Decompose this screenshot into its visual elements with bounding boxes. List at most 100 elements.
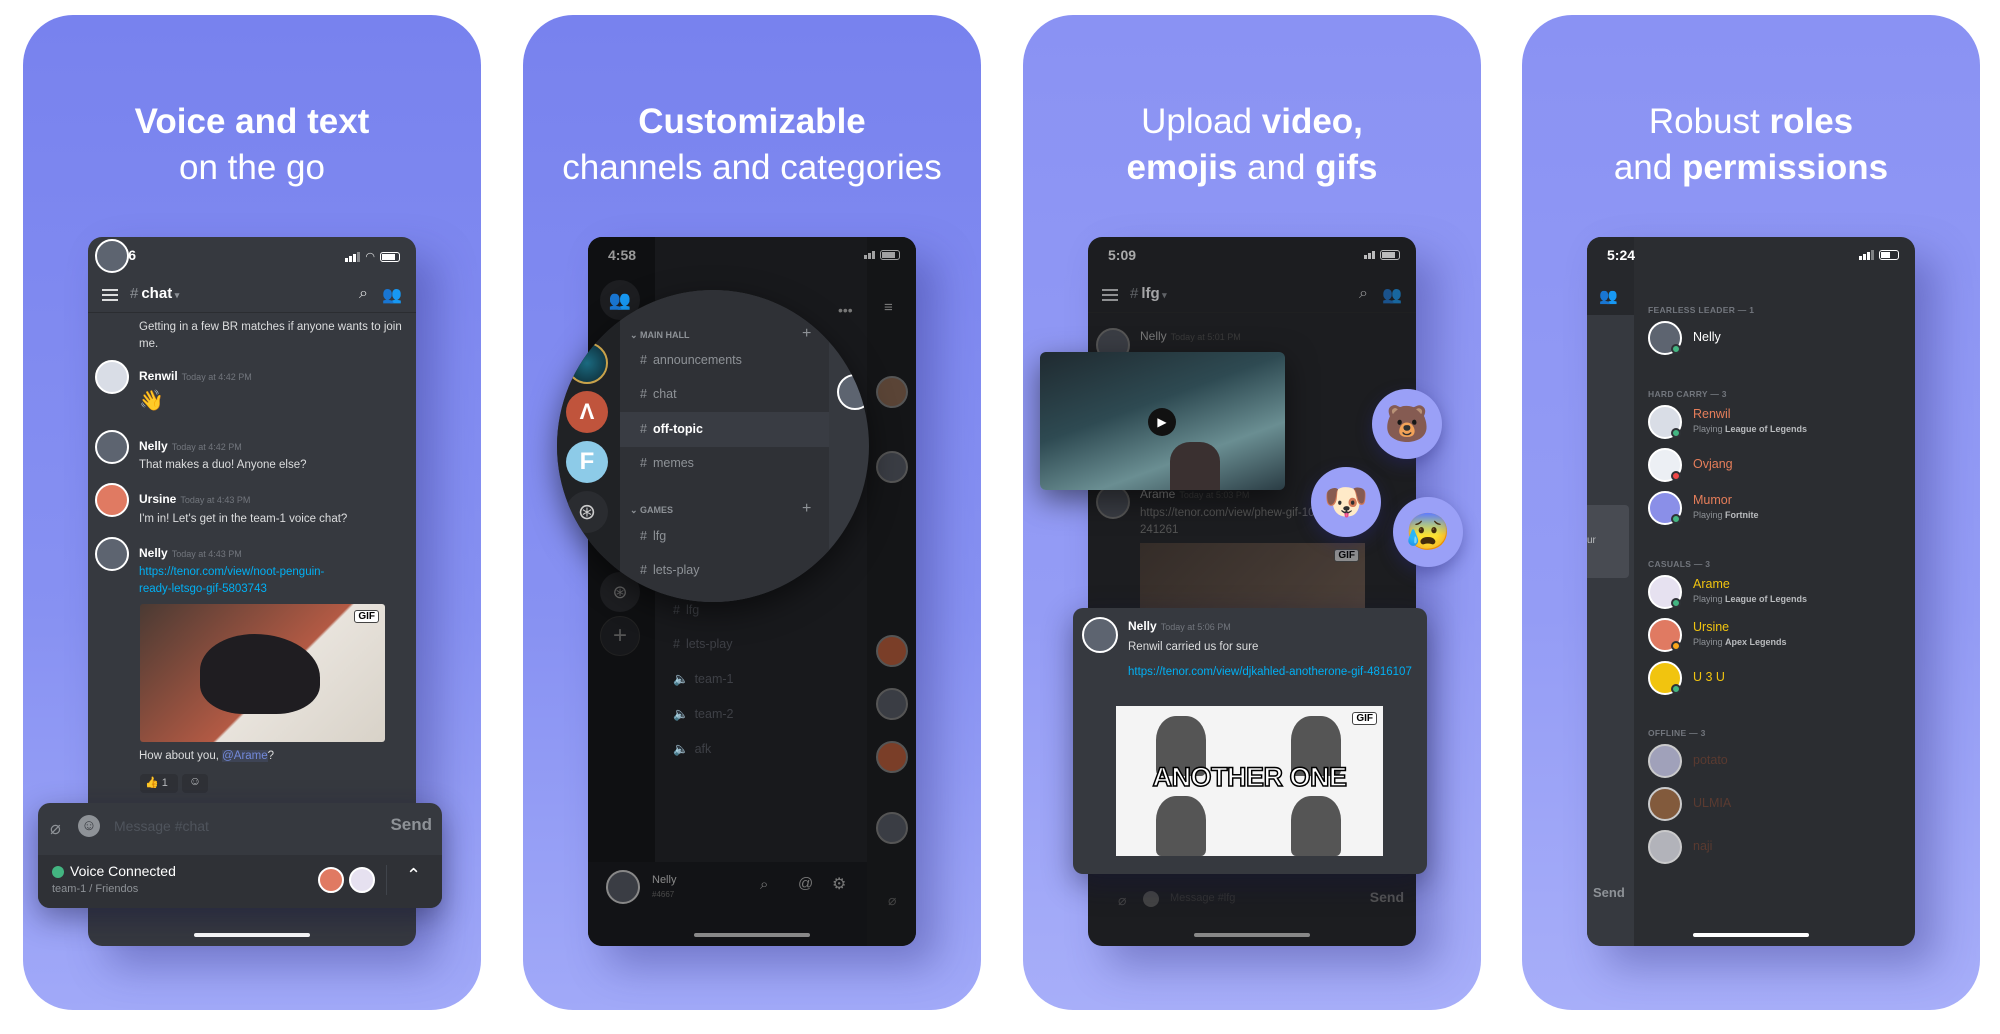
home-indicator (1194, 933, 1310, 937)
avatar-nelly (837, 374, 869, 410)
play-icon[interactable]: ▶ (1148, 408, 1176, 436)
gif-image-another-one[interactable]: ANOTHER ONE GIF (1116, 706, 1383, 856)
emoji-bear[interactable]: 🐻 (1372, 389, 1442, 459)
channel-lets-play[interactable]: lets-play (653, 563, 700, 577)
voice-channel-team-2[interactable]: team-2 (695, 707, 734, 721)
member-name[interactable]: Ovjang (1693, 457, 1733, 471)
speaker-icon: 🔈 (673, 707, 689, 721)
search-icon[interactable]: ⌕ (359, 285, 368, 303)
activity-game: League of Legends (1725, 424, 1808, 434)
menu-icon[interactable] (102, 289, 118, 301)
send-button[interactable]: Send (390, 815, 432, 835)
panel-title: Customizable (523, 99, 981, 145)
avatar[interactable] (95, 239, 129, 273)
member-name[interactable]: Renwil (1693, 407, 1731, 421)
divider (386, 865, 387, 895)
magnifier-lens: Λ F ⊛ ⌄ MAIN HALL + # announcements # chat… (557, 290, 869, 602)
message-link[interactable]: https://tenor.com/view/noot-penguin-read… (139, 564, 349, 598)
channel-lfg[interactable]: lfg (653, 529, 666, 543)
avatar-nelly[interactable] (1082, 617, 1118, 653)
status-icons (1859, 250, 1899, 260)
mention[interactable]: @Arame (222, 750, 268, 762)
divider (1693, 529, 1915, 530)
message-text: That makes a duo! Anyone else? (139, 459, 307, 471)
message-link[interactable]: https://tenor.com/view/phew-gif-10241261 (1140, 505, 1315, 539)
menu-icon[interactable]: ≡ (884, 299, 893, 316)
avatar-ursine[interactable] (95, 483, 129, 517)
emoji-icon[interactable]: ☺ (78, 815, 100, 837)
member-name[interactable]: Arame (1693, 577, 1730, 591)
video-embed[interactable]: ▶ (1040, 352, 1285, 490)
panel-title: Robust roles (1648, 102, 1854, 141)
send-button[interactable]: Send (1593, 885, 1625, 900)
member-avatar[interactable] (1648, 787, 1682, 821)
member-name[interactable]: Mumor (1693, 493, 1732, 507)
channel-announcements[interactable]: announcements (653, 353, 742, 367)
channel-off-topic[interactable]: off-topic (653, 422, 703, 436)
battery-icon (1879, 250, 1899, 260)
members-icon[interactable]: 👥 (1599, 287, 1618, 305)
user-avatar[interactable] (606, 870, 640, 904)
attach-icon[interactable]: ⌀ (50, 818, 61, 839)
message-input[interactable]: Message #chat (114, 818, 209, 834)
member-name[interactable]: U 3 U (1693, 670, 1725, 684)
add-server-icon[interactable]: + (600, 616, 640, 656)
member-avatar[interactable] (1648, 830, 1682, 864)
activity-prefix: Playing (1693, 594, 1726, 604)
more-icon[interactable]: ••• (838, 302, 853, 318)
server-icon-overwatch[interactable]: ⊛ (566, 491, 608, 533)
voice-channel-team-1[interactable]: team-1 (695, 672, 734, 686)
chevron-up-icon[interactable]: ⌃ (406, 865, 421, 886)
add-channel-icon[interactable]: + (802, 500, 811, 518)
member-avatar[interactable] (1648, 744, 1682, 778)
avatar-nelly[interactable] (95, 430, 129, 464)
voice-connected-bar[interactable]: Voice Connected team-1 / Friendos ⌃ (38, 855, 442, 908)
reaction-thumbs-up[interactable]: 👍 1 (140, 774, 178, 793)
panel-subtitle: and permissions (1613, 148, 1889, 187)
battery-icon (880, 250, 900, 260)
channel-name: chat (141, 285, 173, 302)
voice-channel-afk[interactable]: afk (695, 742, 712, 756)
message-input[interactable]: Message #lfg (1170, 892, 1235, 904)
message-timestamp: Today at 4:43 PM (180, 495, 251, 505)
avatar-nelly[interactable] (95, 537, 129, 571)
server-icon-league[interactable] (566, 342, 608, 384)
settings-gear-icon[interactable]: ⚙ (832, 874, 846, 894)
mentions-icon[interactable]: @ (798, 875, 813, 892)
server-icon-fortnite[interactable]: F (566, 441, 608, 483)
member-name[interactable]: naji (1693, 839, 1712, 853)
search-icon[interactable]: ⌕ (1359, 285, 1368, 303)
divider (1693, 699, 1915, 700)
send-button[interactable]: Send (1370, 889, 1404, 905)
members-icon[interactable]: 👥 (382, 285, 402, 305)
gif-image-penguin[interactable]: GIF (140, 604, 385, 742)
message-link[interactable]: https://tenor.com/view/djkahled-anothero… (1128, 664, 1413, 681)
emoji-dog[interactable]: 🐶 (1311, 467, 1381, 537)
message-author: Nelly Today at 5:06 PM (1128, 619, 1231, 633)
channel-lets-play[interactable]: lets-play (686, 637, 733, 651)
avatar-renwil[interactable] (95, 360, 129, 394)
add-channel-icon[interactable]: + (802, 325, 811, 343)
member-name[interactable]: ULMIA (1693, 796, 1731, 810)
channel-selector[interactable]: # lfg ▾ (1130, 285, 1167, 302)
member-name[interactable]: potato (1693, 753, 1728, 767)
activity-game: Fortnite (1725, 510, 1759, 520)
add-reaction-icon[interactable]: ☺ (182, 774, 208, 793)
channel-selector[interactable]: # chat ▾ (130, 285, 179, 302)
divider (1693, 359, 1915, 360)
channel-lfg[interactable]: lfg (686, 603, 699, 617)
server-icon-apex[interactable]: Λ (566, 391, 608, 433)
member-activity: Playing League of Legends (1693, 594, 1807, 604)
members-icon[interactable]: 👥 (1382, 285, 1402, 305)
message-author: Nelly Today at 5:01 PM (1140, 329, 1241, 343)
member-name[interactable]: Nelly (1693, 330, 1721, 344)
message-timestamp: Today at 5:06 PM (1160, 622, 1231, 632)
member-section-label: HARD CARRY — 3 (1648, 389, 1727, 399)
search-icon[interactable]: ⌕ (760, 876, 768, 893)
channel-chat[interactable]: chat (653, 387, 677, 401)
emoji-sweat[interactable]: 😰 (1393, 497, 1463, 567)
member-name[interactable]: Ursine (1693, 620, 1729, 634)
activity-game: Apex Legends (1725, 637, 1787, 647)
menu-icon[interactable] (1102, 289, 1118, 301)
channel-memes[interactable]: memes (653, 456, 694, 470)
